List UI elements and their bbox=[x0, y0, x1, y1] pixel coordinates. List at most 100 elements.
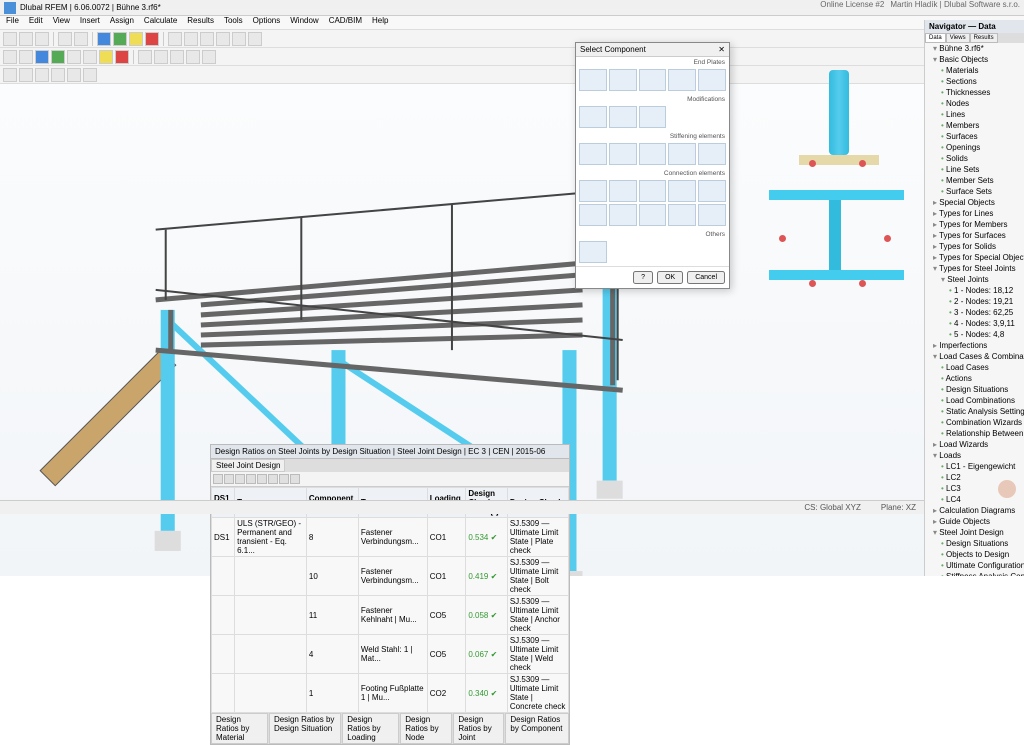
tool-icon[interactable] bbox=[224, 474, 234, 484]
tree-item[interactable]: Objects to Design bbox=[941, 549, 1024, 560]
menu-help[interactable]: Help bbox=[372, 16, 388, 29]
tree-item[interactable]: Imperfections bbox=[933, 340, 1024, 351]
results-table[interactable]: DS1 No.TypeComponent No.TypeLoading No.D… bbox=[211, 487, 569, 713]
tool-icon[interactable] bbox=[170, 50, 184, 64]
tree-item[interactable]: Steel Joints bbox=[941, 274, 1024, 285]
tool-icon[interactable] bbox=[213, 474, 223, 484]
tree-item[interactable]: Guide Objects bbox=[933, 516, 1024, 527]
menu-options[interactable]: Options bbox=[253, 16, 281, 29]
tool-icon[interactable] bbox=[83, 50, 97, 64]
component-thumb[interactable] bbox=[639, 204, 667, 226]
menu-results[interactable]: Results bbox=[187, 16, 214, 29]
menu-bar[interactable]: File Edit View Insert Assign Calculate R… bbox=[0, 16, 1024, 30]
tree-item[interactable]: 3 - Nodes: 62,25 bbox=[949, 307, 1024, 318]
tool-icon[interactable] bbox=[113, 32, 127, 46]
nav-tab-views[interactable]: Views bbox=[946, 33, 970, 43]
menu-tools[interactable]: Tools bbox=[224, 16, 243, 29]
component-thumb[interactable] bbox=[668, 180, 696, 202]
results-subtab[interactable]: Design Ratios by Component bbox=[505, 713, 569, 744]
tool-icon[interactable] bbox=[83, 68, 97, 82]
results-subtab[interactable]: Design Ratios by Material bbox=[211, 713, 268, 744]
tree-item[interactable]: Line Sets bbox=[941, 164, 1024, 175]
save-icon[interactable] bbox=[35, 32, 49, 46]
tool-icon[interactable] bbox=[19, 50, 33, 64]
tree-item[interactable]: 1 - Nodes: 18,12 bbox=[949, 285, 1024, 296]
menu-assign[interactable]: Assign bbox=[110, 16, 134, 29]
tool-icon[interactable] bbox=[279, 474, 289, 484]
tree-item[interactable]: Load Cases & Combinations bbox=[933, 351, 1024, 362]
tree-item[interactable]: Nodes bbox=[941, 98, 1024, 109]
component-thumb[interactable] bbox=[609, 69, 637, 91]
tree-item[interactable]: Combination Wizards bbox=[941, 417, 1024, 428]
tool-icon[interactable] bbox=[184, 32, 198, 46]
component-thumb[interactable] bbox=[639, 143, 667, 165]
menu-insert[interactable]: Insert bbox=[80, 16, 100, 29]
component-thumb[interactable] bbox=[668, 204, 696, 226]
tool-icon[interactable] bbox=[246, 474, 256, 484]
toolbar-1[interactable] bbox=[0, 30, 1024, 48]
menu-cadbim[interactable]: CAD/BIM bbox=[329, 16, 362, 29]
tool-icon[interactable] bbox=[202, 50, 216, 64]
tree-item[interactable]: Types for Special Objects bbox=[933, 252, 1024, 263]
tree-item[interactable]: 2 - Nodes: 19,21 bbox=[949, 296, 1024, 307]
component-thumb[interactable] bbox=[639, 180, 667, 202]
tool-icon[interactable] bbox=[216, 32, 230, 46]
tree-item[interactable]: Solids bbox=[941, 153, 1024, 164]
tree-item[interactable]: Types for Lines bbox=[933, 208, 1024, 219]
tool-icon[interactable] bbox=[248, 32, 262, 46]
tree-item[interactable]: LC1 - Eigengewicht bbox=[941, 461, 1024, 472]
tree-item[interactable]: Design Situations bbox=[941, 384, 1024, 395]
tree-item[interactable]: Surfaces bbox=[941, 131, 1024, 142]
component-thumb[interactable] bbox=[698, 180, 726, 202]
tree-item[interactable]: Lines bbox=[941, 109, 1024, 120]
tool-icon[interactable] bbox=[67, 68, 81, 82]
tool-icon[interactable] bbox=[3, 50, 17, 64]
joint-detail-view[interactable] bbox=[769, 70, 919, 350]
ok-button[interactable]: OK bbox=[657, 271, 683, 284]
component-thumb[interactable] bbox=[698, 69, 726, 91]
user-avatar[interactable] bbox=[998, 480, 1016, 498]
menu-file[interactable]: File bbox=[6, 16, 19, 29]
results-subtab[interactable]: Design Ratios by Node bbox=[400, 713, 452, 744]
component-thumb[interactable] bbox=[579, 204, 607, 226]
close-icon[interactable]: ✕ bbox=[718, 45, 725, 54]
tree-item[interactable]: Types for Solids bbox=[933, 241, 1024, 252]
new-icon[interactable] bbox=[3, 32, 17, 46]
tree-item[interactable]: Surface Sets bbox=[941, 186, 1024, 197]
tree-item[interactable]: Types for Steel Joints bbox=[933, 263, 1024, 274]
tree-item[interactable]: Ultimate Configurations bbox=[941, 560, 1024, 571]
menu-window[interactable]: Window bbox=[290, 16, 318, 29]
results-subtab[interactable]: Design Ratios by Design Situation bbox=[269, 713, 341, 744]
tool-icon[interactable] bbox=[232, 32, 246, 46]
tree-item[interactable]: Stiffness Analysis Configurations bbox=[941, 571, 1024, 576]
table-row[interactable]: 10Fastener Verbindungsm...CO10.419 ✔SJ.5… bbox=[212, 557, 569, 596]
open-icon[interactable] bbox=[19, 32, 33, 46]
tree-item[interactable]: Types for Surfaces bbox=[933, 230, 1024, 241]
tree-item[interactable]: Actions bbox=[941, 373, 1024, 384]
tree-item[interactable]: Calculation Diagrams bbox=[933, 505, 1024, 516]
menu-calculate[interactable]: Calculate bbox=[144, 16, 177, 29]
tree-item[interactable]: Steel Joint Design bbox=[933, 527, 1024, 538]
tree-item[interactable]: Types for Members bbox=[933, 219, 1024, 230]
tool-icon[interactable] bbox=[129, 32, 143, 46]
component-thumb[interactable] bbox=[579, 241, 607, 263]
component-thumb[interactable] bbox=[579, 69, 607, 91]
component-thumb[interactable] bbox=[609, 143, 637, 165]
tree-item[interactable]: Members bbox=[941, 120, 1024, 131]
tree-item[interactable]: 4 - Nodes: 3,9,11 bbox=[949, 318, 1024, 329]
tool-icon[interactable] bbox=[200, 32, 214, 46]
tool-icon[interactable] bbox=[235, 474, 245, 484]
table-row[interactable]: 4Weld Stahl: 1 | Mat...CO50.067 ✔SJ.5309… bbox=[212, 635, 569, 674]
component-thumb[interactable] bbox=[668, 143, 696, 165]
tool-icon[interactable] bbox=[186, 50, 200, 64]
results-panel[interactable]: Design Ratios on Steel Joints by Design … bbox=[210, 444, 570, 745]
component-thumb[interactable] bbox=[639, 69, 667, 91]
menu-view[interactable]: View bbox=[53, 16, 70, 29]
table-row[interactable]: 11Fastener Kehlnaht | Mu...CO50.058 ✔SJ.… bbox=[212, 596, 569, 635]
menu-edit[interactable]: Edit bbox=[29, 16, 43, 29]
table-row[interactable]: 1Footing Fußplatte 1 | Mu...CO20.340 ✔SJ… bbox=[212, 674, 569, 713]
tool-icon[interactable] bbox=[290, 474, 300, 484]
component-thumb[interactable] bbox=[639, 106, 667, 128]
help-button[interactable]: ? bbox=[633, 271, 653, 284]
tree-item[interactable]: 5 - Nodes: 4,8 bbox=[949, 329, 1024, 340]
